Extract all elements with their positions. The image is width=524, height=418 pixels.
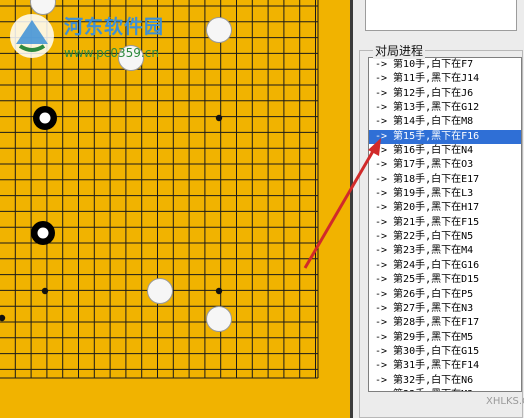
move-list-item[interactable]: -> 第31手,黑下在F14 (369, 359, 521, 373)
move-list-item[interactable]: -> 第25手,黑下在D15 (369, 273, 521, 287)
star-point (0, 314, 6, 322)
move-list-item[interactable]: -> 第19手,黑下在L3 (369, 187, 521, 201)
side-panel: 对局进程 -> 第10手,白下在F7 -> 第11手,黑下在J14 -> 第12手,… (353, 0, 524, 418)
move-list-item[interactable]: -> 第22手,白下在N5 (369, 230, 521, 244)
game-progress-label: 对局进程 (373, 42, 426, 59)
white-stone (206, 306, 232, 332)
move-list-item[interactable]: -> 第13手,黑下在G12 (369, 101, 521, 115)
move-list-item[interactable]: -> 第33手,黑下在M3 (369, 388, 521, 391)
move-list-item[interactable]: -> 第23手,黑下在M4 (369, 244, 521, 258)
move-list-item[interactable]: -> 第26手,白下在P5 (369, 288, 521, 302)
info-box (365, 0, 517, 31)
star-point (41, 287, 49, 295)
black-stone-marker (39, 112, 51, 124)
move-list-item[interactable]: -> 第14手,白下在M8 (369, 115, 521, 129)
watermark-logo-icon (6, 10, 58, 66)
move-list[interactable]: -> 第10手,白下在F7 -> 第11手,黑下在J14 -> 第12手,白下在J6… (368, 57, 522, 392)
black-stone-marker (37, 227, 49, 239)
move-list-item[interactable]: -> 第28手,黑下在F17 (369, 316, 521, 330)
move-list-item[interactable]: -> 第15手,黑下在F16 (369, 129, 521, 145)
move-list-item[interactable]: -> 第27手,黑下在N3 (369, 302, 521, 316)
move-list-item[interactable]: -> 第12手,白下在J6 (369, 87, 521, 101)
star-point (215, 287, 223, 295)
move-list-item[interactable]: -> 第11手,黑下在J14 (369, 72, 521, 86)
move-list-item[interactable]: -> 第16手,白下在N4 (369, 144, 521, 158)
white-stone (147, 278, 173, 304)
move-list-item[interactable]: -> 第18手,白下在E17 (369, 173, 521, 187)
move-list-item[interactable]: -> 第29手,黑下在M5 (369, 331, 521, 345)
corner-watermark: XHLKS.CN (486, 396, 524, 407)
watermark-url: www.pc0359.cn (64, 46, 159, 60)
move-list-item[interactable]: -> 第32手,白下在N6 (369, 374, 521, 388)
move-list-item[interactable]: -> 第30手,白下在G15 (369, 345, 521, 359)
move-list-item[interactable]: -> 第17手,黑下在O3 (369, 158, 521, 172)
move-list-item[interactable]: -> 第10手,白下在F7 (369, 58, 521, 72)
star-point (215, 114, 223, 122)
move-list-item[interactable]: -> 第20手,黑下在H17 (369, 201, 521, 215)
watermark-title: 河东软件园 (64, 16, 165, 38)
move-list-item[interactable]: -> 第21手,黑下在F15 (369, 216, 521, 230)
move-list-item[interactable]: -> 第24手,白下在G16 (369, 259, 521, 273)
white-stone (206, 17, 232, 43)
